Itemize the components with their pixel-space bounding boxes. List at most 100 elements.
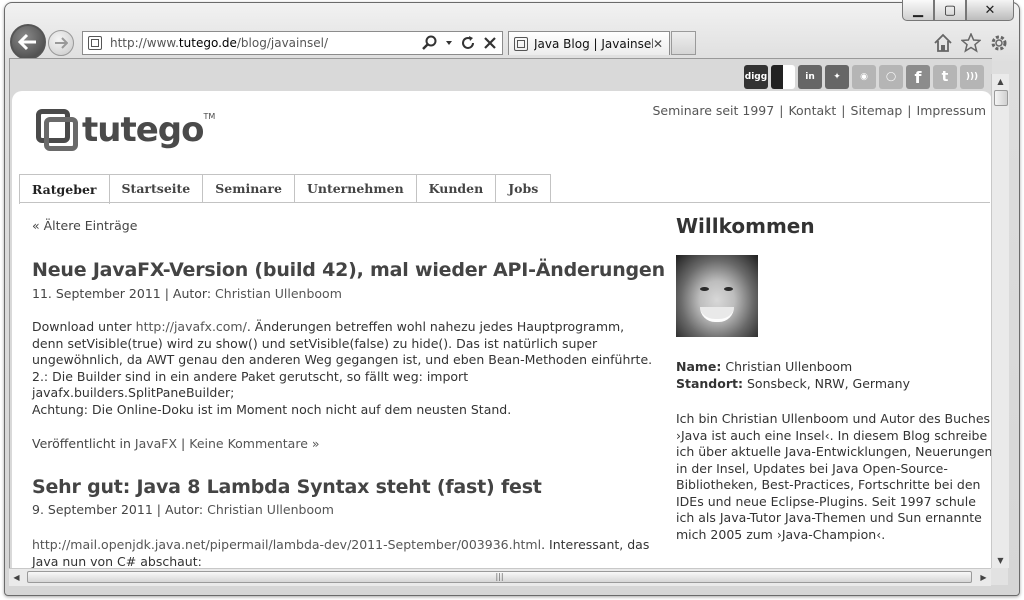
- sidebar-title: Willkommen: [676, 214, 815, 238]
- tab-seminare[interactable]: Seminare: [202, 174, 295, 202]
- tab-kunden[interactable]: Kunden: [415, 174, 497, 202]
- link-kontakt[interactable]: Kontakt: [788, 103, 836, 118]
- link-sitemap[interactable]: Sitemap: [851, 103, 903, 118]
- refresh-icon[interactable]: [460, 35, 476, 51]
- page-viewport: digg in ✦ ◉ ◯ f t ))) tutego TM Seminare…: [9, 58, 992, 569]
- bio-line: mich 2005 zum ›Java-Champion‹.: [676, 526, 886, 542]
- post-meta: 9. September 2011 | Autor: Christian Ull…: [32, 502, 334, 517]
- bio-line: ich über aktuelle Java-Entwicklungen, Ne…: [676, 444, 992, 459]
- forward-button[interactable]: [48, 30, 74, 56]
- tab-close-icon[interactable]: ✕: [653, 37, 663, 51]
- tutego-logo[interactable]: tutego TM: [34, 107, 215, 153]
- delicious-icon[interactable]: [771, 65, 795, 89]
- linkedin-icon[interactable]: in: [798, 65, 822, 89]
- social-bar: digg in ✦ ◉ ◯ f t ))): [744, 65, 984, 89]
- twitter-icon[interactable]: t: [933, 65, 957, 89]
- stop-icon[interactable]: [483, 35, 497, 51]
- bio-line: in der Insel, Updates bei Java Open-Sour…: [676, 460, 948, 476]
- tab-jobs[interactable]: Jobs: [495, 174, 552, 202]
- chat-icon[interactable]: ◯: [879, 65, 903, 89]
- back-button[interactable]: [10, 24, 46, 60]
- search-icon[interactable]: [422, 35, 438, 51]
- top-links: Seminare seit 1997 | Kontakt | Sitemap | Impre…: [652, 103, 986, 118]
- url-prefix: http://www.: [110, 36, 179, 50]
- url-domain: tutego.de: [178, 36, 237, 50]
- address-bar[interactable]: http://www.tutego.de/blog/javainsel/: [82, 31, 503, 55]
- forward-arrow-icon: [55, 37, 68, 49]
- settings-gear-icon[interactable]: [988, 32, 1010, 54]
- main-menu: Ratgeber Startseite Seminare Unternehmen…: [19, 174, 552, 204]
- mail-archive-link[interactable]: http://mail.openjdk.java.net/pipermail/l…: [32, 537, 541, 552]
- location-label: Standort:: [676, 375, 743, 391]
- author-label: Autor:: [172, 286, 212, 301]
- post-footer: Veröffentlicht in JavaFX | Keine Komment…: [32, 436, 320, 451]
- bio-line: Bibliotheken, Best-Practices, Fortschrit…: [676, 477, 981, 492]
- published-in-label: Veröffentlicht in: [32, 436, 135, 451]
- separator: |: [779, 103, 784, 118]
- address-url[interactable]: http://www.tutego.de/blog/javainsel/: [110, 36, 422, 50]
- tab-java-blog[interactable]: Java Blog | Javainsel... ✕: [508, 31, 670, 55]
- post-meta: 11. September 2011 | Autor: Christian Ul…: [32, 286, 342, 301]
- link-seminare-seit-1997[interactable]: Seminare seit 1997: [652, 103, 774, 118]
- link-impressum[interactable]: Impressum: [917, 103, 986, 118]
- vertical-scroll-thumb[interactable]: [994, 90, 1008, 106]
- logo-text: tutego: [82, 110, 204, 150]
- post-title[interactable]: Neue JavaFX-Version (build 42), mal wied…: [32, 259, 665, 281]
- maximize-button[interactable]: ▢: [934, 0, 966, 21]
- separator: |: [841, 103, 846, 118]
- facebook-icon[interactable]: f: [906, 65, 930, 89]
- scroll-left-arrow-icon[interactable]: ◀: [9, 569, 24, 586]
- scroll-up-arrow-icon[interactable]: ▲: [992, 74, 1009, 89]
- web-page: tutego TM Seminare seit 1997 | Kontakt | Sit…: [12, 91, 992, 569]
- body-line: Java nun von C# abschaut:: [32, 553, 202, 569]
- tab-title: Java Blog | Javainsel...: [534, 36, 653, 51]
- horizontal-scrollbar[interactable]: ◀ ||| ▶: [9, 568, 991, 586]
- tab-unternehmen[interactable]: Unternehmen: [293, 174, 417, 202]
- post-date: 11. September 2011: [32, 286, 161, 301]
- author-bio: Ich bin Christian Ullenboom und Autor de…: [676, 411, 992, 543]
- author-name: Christian Ullenboom: [725, 359, 853, 374]
- horizontal-scroll-thumb[interactable]: |||: [27, 571, 972, 583]
- author-link[interactable]: Christian Ullenboom: [215, 286, 342, 301]
- tab-startseite[interactable]: Startseite: [108, 174, 204, 202]
- older-entries-link[interactable]: « Ältere Einträge: [32, 218, 137, 233]
- browser-window: ▁ ▢ ✕ http://www.tutego.de/blog/javainse…: [0, 0, 1024, 600]
- scroll-down-arrow-icon[interactable]: ▼: [992, 553, 1009, 568]
- dropdown-icon[interactable]: [445, 35, 453, 51]
- bio-line: ich als Java-Tutor Java-Themen und Sun e…: [676, 510, 982, 525]
- digg-icon[interactable]: digg: [744, 65, 768, 89]
- home-icon[interactable]: [932, 32, 954, 54]
- new-tab-button[interactable]: [671, 31, 696, 55]
- javafx-link[interactable]: http://javafx.com/: [136, 319, 247, 334]
- author-link[interactable]: Christian Ullenboom: [207, 502, 334, 517]
- logo-mark-icon: [34, 107, 80, 153]
- close-window-button[interactable]: ✕: [966, 0, 1014, 21]
- browser-toolbar-icons: [932, 32, 1010, 54]
- favorites-star-icon[interactable]: [960, 32, 982, 54]
- post-title[interactable]: Sehr gut: Java 8 Lambda Syntax steht (fa…: [32, 476, 542, 498]
- post-date: 9. September 2011: [32, 502, 153, 517]
- url-suffix: /blog/javainsel/: [236, 36, 328, 50]
- comments-link[interactable]: Keine Kommentare »: [189, 436, 319, 451]
- reddit-icon[interactable]: ◉: [852, 65, 876, 89]
- body-line: denn setVisible(true) wird zu show() und…: [32, 335, 598, 351]
- logo-tm: TM: [203, 111, 216, 121]
- scrollbar-corner: [991, 568, 1008, 585]
- bio-line: Ich bin Christian Ullenboom und Autor de…: [676, 411, 991, 426]
- body-line: Achtung: Die Online-Doku ist im Moment n…: [32, 401, 512, 417]
- scroll-right-arrow-icon[interactable]: ▶: [976, 569, 991, 586]
- vertical-scrollbar[interactable]: ▲ ▼: [991, 74, 1009, 568]
- menu-divider: [19, 202, 990, 203]
- post-body: Download unter http://javafx.com/. Änder…: [32, 319, 652, 418]
- tab-ratgeber[interactable]: Ratgeber: [19, 174, 110, 204]
- body-line: javafx.builders.SplitPaneBuilder;: [32, 385, 235, 400]
- author-label: Autor:: [164, 502, 204, 517]
- myspace-icon[interactable]: ✦: [825, 65, 849, 89]
- bio-line: ›Java ist auch eine Insel‹. In diesem Bl…: [676, 427, 988, 443]
- minimize-button[interactable]: ▁: [902, 0, 934, 21]
- name-label: Name:: [676, 359, 722, 374]
- back-arrow-icon: [18, 33, 36, 51]
- rss-icon[interactable]: ))): [960, 65, 984, 89]
- bio-line: IDEs und neue Eclipse-Plugins. Seit 1997…: [676, 493, 976, 509]
- category-link[interactable]: JavaFX: [135, 436, 177, 451]
